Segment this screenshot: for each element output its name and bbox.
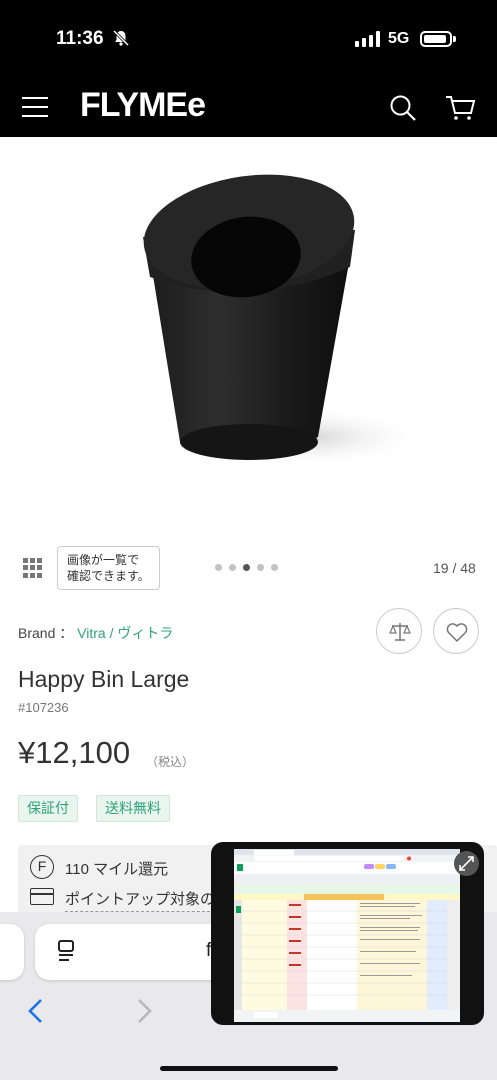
free-shipping-tag: 送料無料	[96, 795, 170, 822]
brand-row: Brand ： Vitra / ヴィトラ	[18, 623, 173, 643]
product-name: Happy Bin Large	[18, 666, 190, 692]
pip-window[interactable]	[211, 842, 484, 1025]
bin-illustration	[143, 174, 430, 467]
network-type: 5G	[388, 30, 410, 47]
gallery-tooltip: 画像が一覧で 確認できます。	[57, 546, 160, 590]
favorite-button[interactable]	[433, 608, 479, 654]
warranty-tag: 保証付	[18, 795, 78, 822]
scale-icon	[389, 623, 411, 641]
carousel-dots[interactable]	[215, 564, 278, 571]
brand-link[interactable]: Vitra / ヴィトラ	[77, 625, 173, 641]
carousel-dot[interactable]	[229, 564, 236, 571]
previous-tab-pill[interactable]	[0, 924, 24, 980]
carousel-dot[interactable]	[243, 564, 250, 571]
home-indicator	[160, 1066, 338, 1071]
signal-icon	[355, 31, 380, 47]
point-up-link[interactable]: ポイントアップ対象の	[65, 888, 216, 912]
battery-icon	[420, 31, 452, 47]
carousel-dot[interactable]	[271, 564, 278, 571]
pip-expand-icon[interactable]	[454, 851, 479, 876]
search-icon[interactable]	[389, 94, 417, 122]
status-time: 11:36	[56, 28, 104, 49]
pip-video-content	[234, 849, 460, 1022]
product-price: ¥12,100	[18, 735, 131, 770]
brand-label: Brand ：	[18, 625, 74, 641]
tooltip-line-1: 画像が一覧で	[67, 553, 140, 567]
compare-button[interactable]	[376, 608, 422, 654]
carousel-dot[interactable]	[215, 564, 222, 571]
mile-text: 110 マイル還元	[65, 861, 169, 878]
tooltip-line-2: 確認できます。	[67, 569, 150, 583]
status-bar: 11:36 5G	[0, 0, 497, 82]
credit-card-icon	[30, 888, 54, 905]
back-icon[interactable]	[26, 998, 46, 1024]
product-image[interactable]	[0, 137, 497, 537]
carousel-dot[interactable]	[257, 564, 264, 571]
hamburger-menu-icon[interactable]	[22, 97, 48, 119]
battery-tip	[453, 36, 456, 42]
heart-icon	[446, 623, 468, 643]
reader-icon[interactable]	[57, 939, 75, 963]
site-logo[interactable]: FLYMEe	[80, 86, 206, 125]
image-counter: 19 / 48	[433, 560, 476, 576]
site-header: FLYMEe	[0, 82, 497, 137]
tax-note: （税込）	[146, 755, 195, 769]
product-number: #107236	[18, 700, 69, 715]
silent-bell-icon	[112, 29, 130, 47]
grid-view-icon[interactable]	[23, 558, 43, 578]
cart-icon[interactable]	[444, 94, 476, 122]
forward-icon[interactable]	[134, 998, 154, 1024]
mile-f-icon: F	[30, 855, 54, 879]
